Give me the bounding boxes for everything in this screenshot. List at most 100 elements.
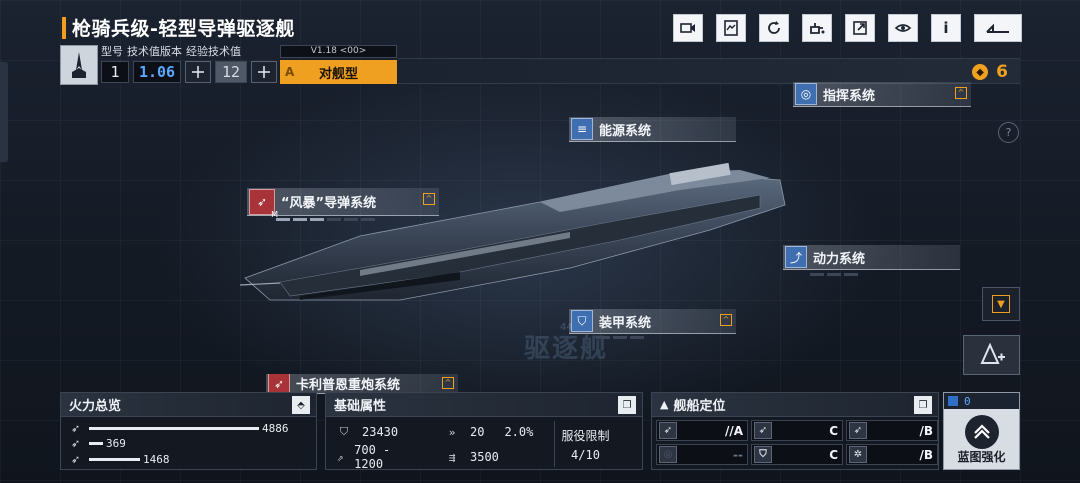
role-anti-sub[interactable]: ➶/B — [846, 420, 938, 441]
firepower-row: ➶ 4886 — [71, 421, 289, 435]
armor-system-label[interactable]: ⛉ 装甲系统 ^ — [569, 309, 736, 334]
model-value: 1 — [101, 61, 129, 83]
role-siege[interactable]: ◎ -- — [656, 444, 748, 465]
video-icon[interactable] — [673, 14, 703, 42]
tech-version-value: 1.06 — [133, 61, 181, 83]
blueprint-chip-icon — [948, 396, 958, 406]
shield-icon: ⛉ — [339, 425, 349, 438]
info-label: i — [943, 19, 949, 37]
power-subsystem-slots — [810, 273, 858, 276]
exp-tech-adjust-button[interactable] — [251, 61, 277, 83]
role-badge[interactable]: A 对舰型 — [280, 60, 397, 84]
positioning-icon: ▲ — [660, 398, 669, 411]
version-role-box: V1.18 <00> A 对舰型 — [280, 45, 397, 85]
exp-tech-value: 12 — [215, 61, 247, 83]
ship-class-emblem-icon[interactable] — [60, 45, 98, 85]
warp-icon: ⇗ — [336, 450, 344, 464]
power-system-label[interactable]: ⤴ 动力系统 — [783, 245, 960, 270]
evade-icon: » — [448, 425, 456, 439]
star-plus-icon — [979, 343, 1005, 364]
attributes-expand-button[interactable]: ❐ — [618, 396, 636, 414]
blueprint-label: 蓝图强化 — [957, 450, 1006, 464]
role-support[interactable]: ✲/B — [846, 444, 938, 465]
firepower-row: ➶ 369 — [71, 436, 126, 450]
armor-subsystem-slots — [596, 336, 644, 339]
missile-icon: ➶ — [71, 421, 81, 435]
role-mark: A — [285, 65, 295, 79]
missile-icon: ➶ — [71, 436, 81, 450]
firepower-bar — [89, 457, 140, 461]
energy-system-label[interactable]: ≡ 能源系统 — [569, 117, 736, 142]
firepower-bar — [89, 426, 259, 430]
chevron-down-icon: ▼ — [992, 295, 1010, 313]
support-icon: ✲ — [849, 446, 867, 463]
missile-icon: ➶ — [71, 452, 81, 466]
missile-system-label[interactable]: ➶ M “风暴”导弹系统 ^ — [247, 188, 439, 219]
siege-icon: ◎ — [659, 446, 677, 463]
refresh-icon[interactable] — [759, 14, 789, 42]
firepower-row: ➶ 1468 — [71, 452, 170, 466]
anti-air-icon: ➶ — [754, 422, 772, 439]
armor-system-icon: ⛉ — [571, 310, 593, 332]
export-icon[interactable] — [845, 14, 875, 42]
top-toolbar: i — [673, 14, 1022, 42]
command-system-label[interactable]: ◎ 指挥系统 ^ — [793, 82, 971, 107]
exp-tech-header: 经验技术值 — [186, 45, 241, 58]
anti-sub-icon: ➶ — [849, 422, 867, 439]
attributes-panel: 基础属性 ❐ ⛉ 23430 » 20 2.0% ⇗ 700 - 1200 ⇶ 3500… — [325, 392, 643, 471]
warp-stat: ⇗ 700 - 1200 — [336, 443, 391, 471]
points-coin-icon: ◆ — [972, 64, 989, 80]
power-system-icon: ⤴ — [785, 246, 807, 268]
role-label: 对舰型 — [318, 66, 358, 82]
upgrade-icon: ^ — [720, 314, 732, 326]
energy-system-icon: ≡ — [571, 118, 593, 140]
info-icon[interactable]: i — [931, 14, 961, 42]
defense-icon: ⛉ — [754, 446, 772, 463]
ship-title: 枪骑兵级-轻型导弹驱逐舰 — [72, 18, 295, 40]
service-limit-label: 服役限制 — [561, 428, 610, 443]
upgrade-icon: ^ — [423, 193, 435, 205]
attributes-title: 基础属性 — [334, 399, 387, 414]
title-accent — [62, 16, 66, 39]
heavy-gun-system-label[interactable]: ➶ 卡利普恩重炮系统 ^ — [266, 374, 458, 394]
role-defense[interactable]: ⛉ C — [751, 444, 843, 465]
tech-info-row: 型号 技术值版本 经验技术值 1 1.06 12 — [101, 45, 277, 85]
evade-stat: » 20 2.0% — [444, 421, 534, 443]
points-value: 6 — [996, 62, 1008, 82]
missile-system-icon: ➶ M — [249, 188, 278, 219]
model-header: 型号 — [101, 45, 123, 58]
info-strip — [398, 58, 1020, 84]
repair-icon[interactable] — [802, 14, 832, 42]
blueprint-icon[interactable] — [716, 14, 746, 42]
role-anti-ship[interactable]: ➶//A — [656, 420, 748, 441]
anti-ship-icon: ➶ — [659, 422, 677, 439]
tech-version-adjust-button[interactable] — [185, 61, 211, 83]
positioning-expand-button[interactable]: ❐ — [914, 396, 932, 414]
missile-subsystem-slots — [276, 218, 375, 221]
heavy-gun-system-icon: ➶ — [268, 374, 290, 393]
positioning-panel: ▲ 舰船定位 ❐ ➶//A ➶ C ➶/B ◎ -- ⛉ C ✲/B — [651, 392, 939, 470]
points-display: ◆ 6 — [972, 62, 1008, 82]
back-icon[interactable] — [974, 14, 1022, 42]
command-system-icon: ◎ — [795, 83, 817, 105]
service-limit: 服役限制 4/10 — [554, 421, 616, 467]
favorite-plus-button[interactable] — [963, 335, 1020, 375]
role-anti-air[interactable]: ➶ C — [751, 420, 843, 441]
upgrade-icon: ^ — [955, 87, 967, 99]
blueprint-count: 0 — [964, 394, 971, 408]
tech-version-header: 技术值版本 — [127, 45, 182, 58]
help-icon[interactable]: ? — [998, 122, 1019, 143]
upgrade-icon: ^ — [442, 377, 454, 389]
view-icon[interactable] — [888, 14, 918, 42]
service-limit-value: 4/10 — [571, 447, 600, 462]
title-bar: 枪骑兵级-轻型导弹驱逐舰 — [62, 14, 295, 41]
expand-dropdown-button[interactable]: ▼ — [982, 287, 1020, 321]
speed-stat: ⇶ 3500 — [444, 446, 499, 468]
firepower-panel: 火力总览 ⬘ ➶ 4886 ➶ 369 ➶ 1468 — [60, 392, 317, 470]
side-drawer-handle[interactable] — [0, 62, 8, 162]
version-label: V1.18 <00> — [280, 45, 397, 58]
blueprint-rank-icon — [965, 415, 999, 449]
blueprint-enhance-button[interactable]: 0 蓝图强化 — [943, 392, 1020, 470]
hp-stat: ⛉ 23430 — [336, 421, 398, 443]
firepower-toggle-button[interactable]: ⬘ — [292, 396, 310, 414]
